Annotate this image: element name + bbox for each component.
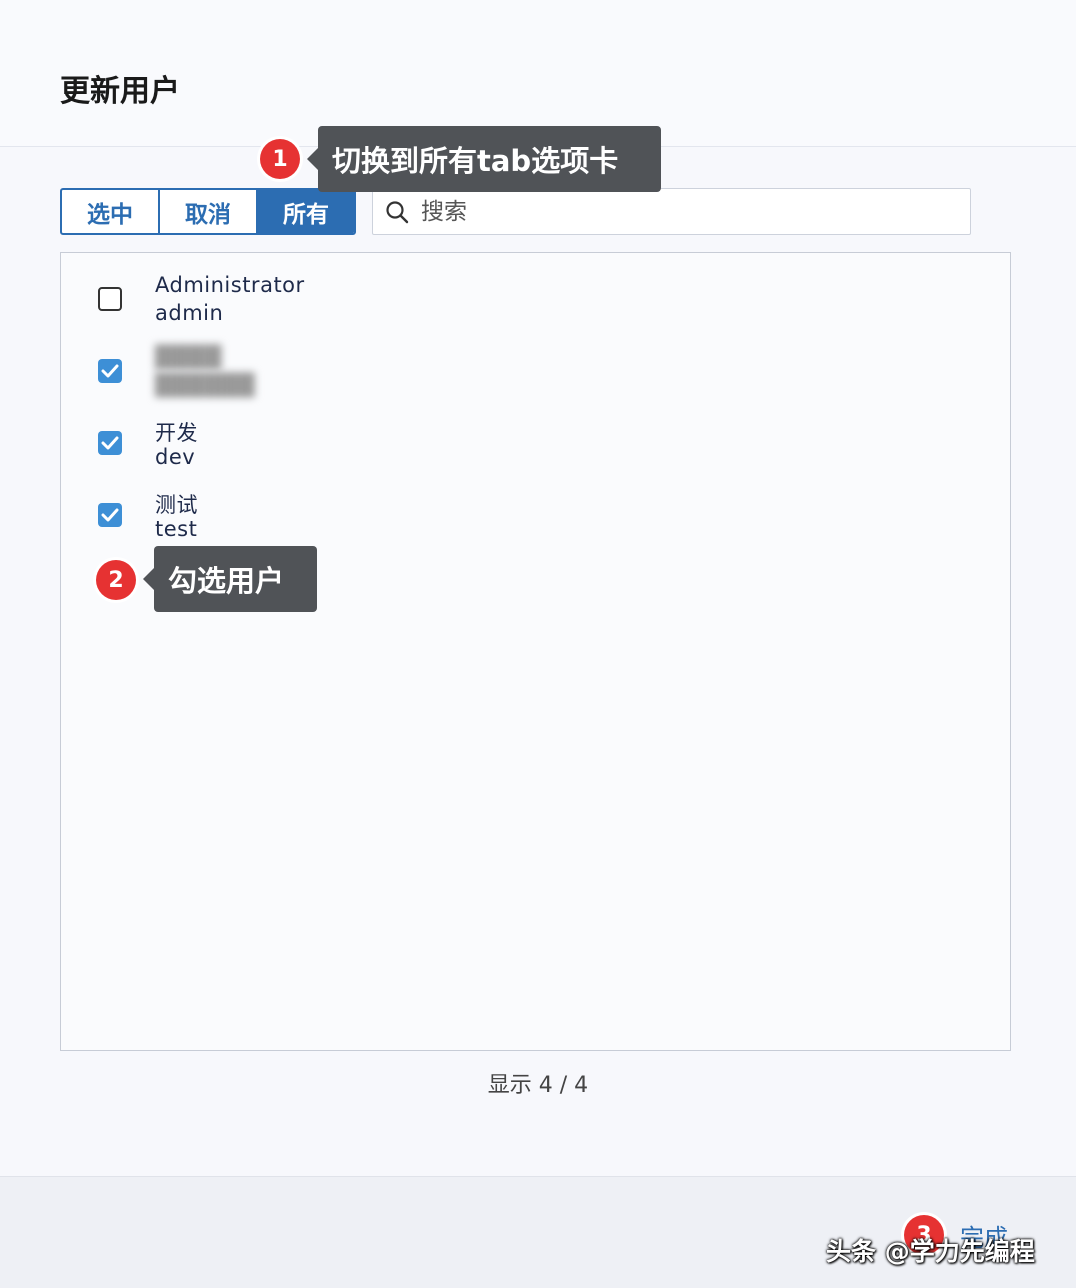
user-checkbox[interactable] [98,287,122,311]
checkmark-icon [101,508,119,522]
list-item[interactable]: ████ ██████ [61,345,961,405]
user-display-name: Administrator [155,273,305,297]
user-display-name: ████ [155,345,222,369]
checkmark-icon [101,436,119,450]
annotation-callout-2: 勾选用户 [143,546,317,612]
dialog-header: 更新用户 [0,0,1076,147]
search-input[interactable] [421,198,961,225]
watermark: 头条 @学力先编程 [826,1237,1035,1266]
annotation-callout-1: 切换到所有tab选项卡 [307,126,661,192]
user-checkbox[interactable] [98,431,122,455]
user-checkbox[interactable] [98,503,122,527]
user-list: Administrator admin ████ ██████ 开发 dev 测… [60,252,1011,1051]
list-item[interactable]: Administrator admin [61,273,961,333]
selection-count: 显示 4 / 4 [487,1073,589,1098]
user-login-name: dev [155,445,196,469]
user-checkbox[interactable] [98,359,122,383]
user-login-name: test [155,517,198,541]
tab-unselected[interactable]: 取消 [160,190,258,233]
list-item[interactable]: 测试 test [61,489,961,549]
search-box[interactable] [372,188,971,235]
tab-all[interactable]: 所有 [258,190,354,233]
user-login-name: ██████ [155,373,255,397]
search-icon [385,200,409,224]
user-display-name: 测试 [155,493,198,517]
annotation-badge-1: 1 [260,139,300,179]
user-login-name: admin [155,301,224,325]
checkmark-icon [101,364,119,378]
tab-group: 选中 取消 所有 [60,188,356,235]
user-display-name: 开发 [155,421,198,445]
list-item[interactable]: 开发 dev [61,417,961,477]
tab-selected[interactable]: 选中 [62,190,160,233]
annotation-badge-2: 2 [96,560,136,600]
dialog-title: 更新用户 [60,74,180,109]
